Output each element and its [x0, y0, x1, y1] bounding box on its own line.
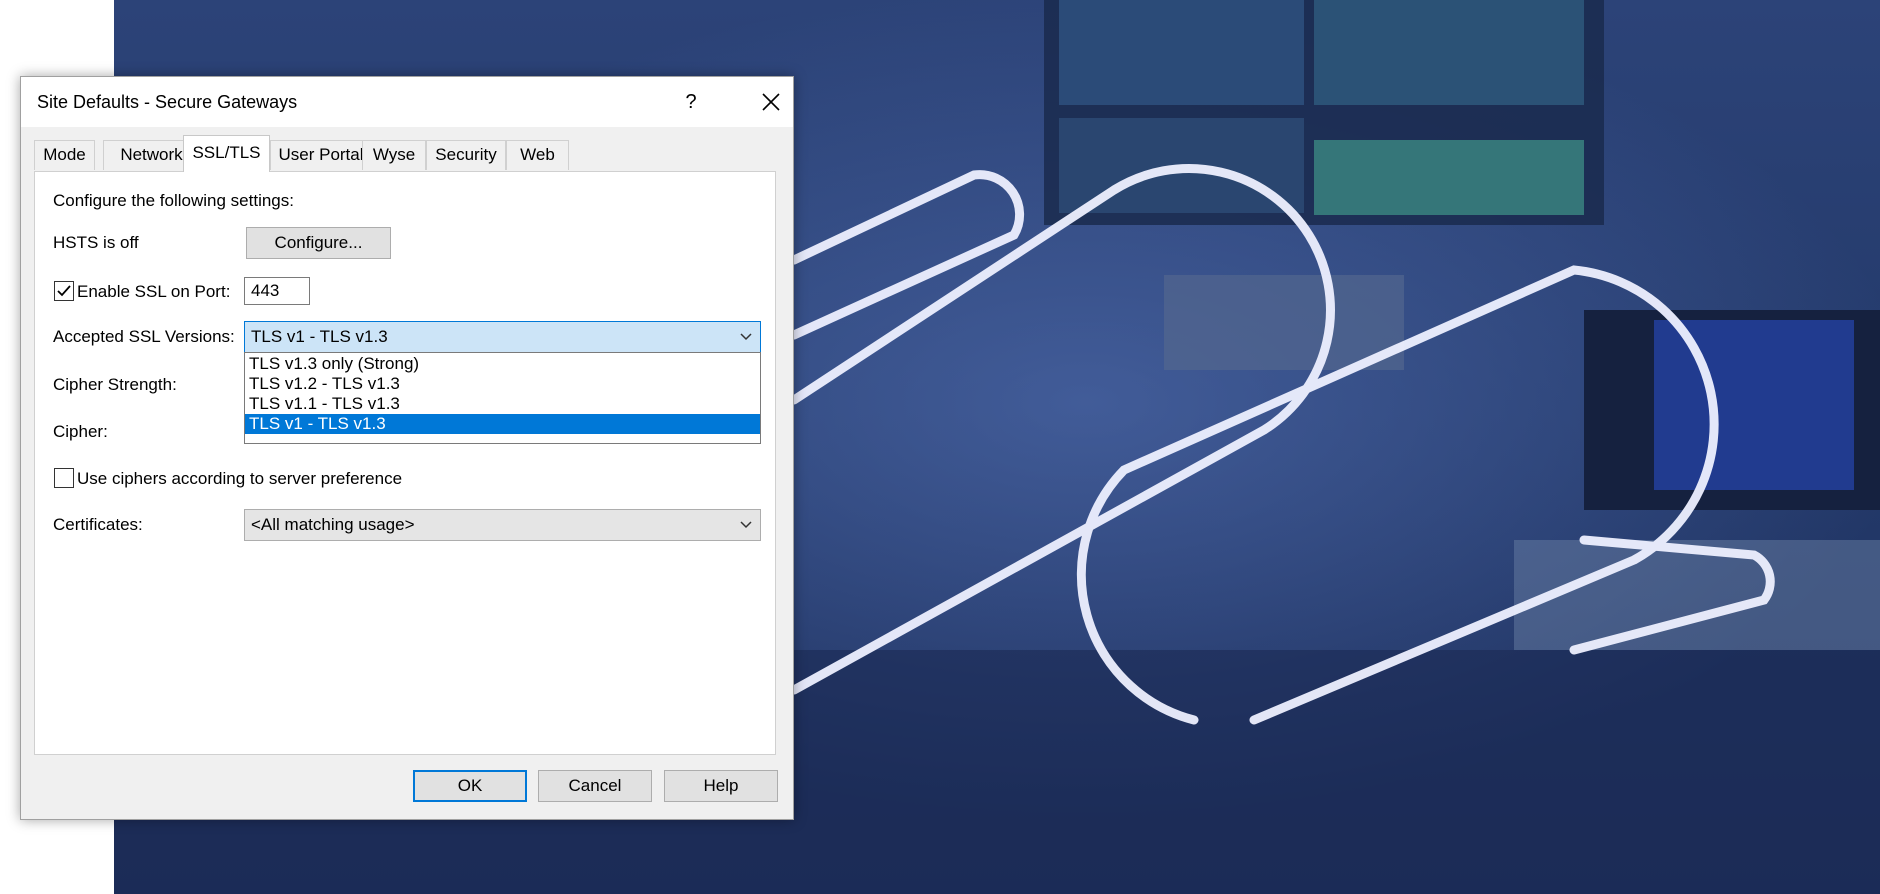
tab-web[interactable]: Web	[506, 140, 569, 170]
ssl-tls-panel	[34, 171, 776, 755]
cipher-label: Cipher:	[53, 422, 108, 441]
hsts-status: HSTS is off	[53, 233, 139, 252]
close-icon[interactable]	[751, 85, 791, 119]
tab-security[interactable]: Security	[426, 140, 506, 170]
accepted-versions-dropdown: TLS v1.3 only (Strong) TLS v1.2 - TLS v1…	[244, 352, 761, 444]
cancel-button[interactable]: Cancel	[538, 770, 652, 802]
help-icon[interactable]: ?	[671, 87, 711, 117]
tab-user-portal[interactable]: User Portal	[270, 140, 372, 170]
settings-intro: Configure the following settings:	[53, 191, 294, 210]
chevron-down-icon	[738, 510, 754, 550]
site-defaults-dialog: Site Defaults - Secure Gateways ? Mode N…	[20, 76, 794, 820]
port-input[interactable]: 443	[244, 277, 310, 305]
tab-ssl-tls[interactable]: SSL/TLS	[183, 135, 270, 172]
server-preference-label: Use ciphers according to server preferen…	[77, 469, 403, 488]
accepted-versions-label: Accepted SSL Versions:	[53, 327, 235, 346]
dialog-title: Site Defaults - Secure Gateways	[37, 92, 298, 112]
certificates-value: <All matching usage>	[251, 515, 415, 534]
enable-ssl-checkbox[interactable]	[54, 281, 74, 301]
version-option[interactable]: TLS v1.3 only (Strong)	[245, 354, 760, 374]
ok-button[interactable]: OK	[413, 770, 527, 802]
version-option-selected[interactable]: TLS v1 - TLS v1.3	[245, 414, 760, 434]
accepted-versions-value: TLS v1 - TLS v1.3	[251, 327, 388, 346]
enable-ssl-label: Enable SSL on Port:	[77, 282, 231, 301]
version-option[interactable]: TLS v1.1 - TLS v1.3	[245, 394, 760, 414]
tab-wyse[interactable]: Wyse	[362, 140, 426, 170]
cipher-strength-label: Cipher Strength:	[53, 375, 177, 394]
title-bar: Site Defaults - Secure Gateways ?	[21, 77, 793, 127]
server-preference-checkbox[interactable]	[54, 468, 74, 488]
accepted-versions-select[interactable]: TLS v1 - TLS v1.3	[244, 321, 761, 353]
help-button[interactable]: Help	[664, 770, 778, 802]
certificates-select[interactable]: <All matching usage>	[244, 509, 761, 541]
checkmark-icon	[57, 285, 71, 297]
tab-mode[interactable]: Mode	[34, 140, 95, 170]
certificates-label: Certificates:	[53, 515, 143, 534]
version-option[interactable]: TLS v1.2 - TLS v1.3	[245, 374, 760, 394]
configure-button[interactable]: Configure...	[246, 227, 391, 259]
